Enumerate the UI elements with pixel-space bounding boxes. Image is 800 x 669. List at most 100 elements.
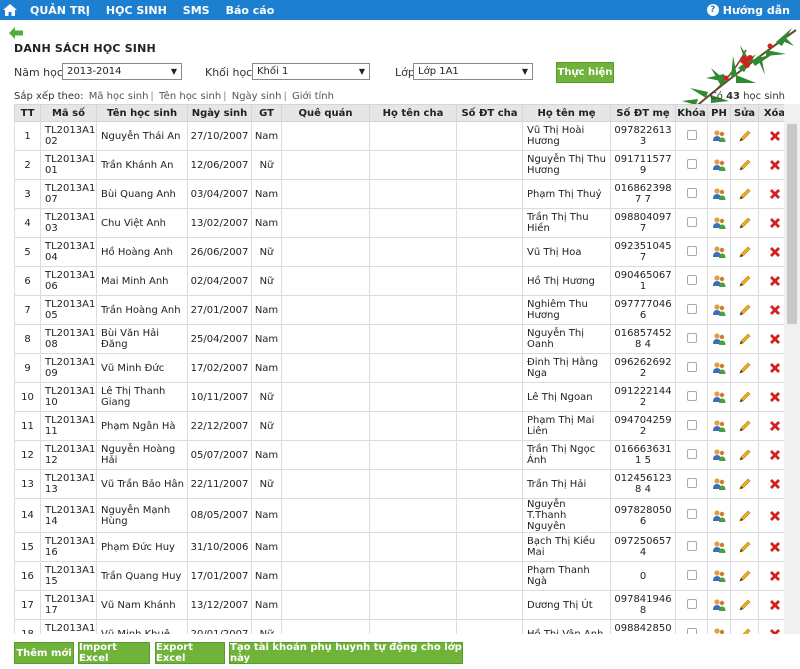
edit-pencil-icon[interactable] (738, 158, 752, 172)
edit-pencil-icon[interactable] (738, 598, 752, 612)
table-row[interactable]: 6 TL2013A1 06 Mai Minh Anh 02/04/2007 Nữ Hồ T… (14, 266, 784, 296)
parent-accounts-icon[interactable] (712, 448, 726, 462)
delete-x-icon[interactable] (768, 158, 782, 172)
parent-accounts-icon[interactable] (712, 419, 726, 433)
edit-pencil-icon[interactable] (738, 303, 752, 317)
table-row[interactable]: 16 TL2013A1 15 Trần Quang Huy 17/01/2007 Nam… (14, 561, 784, 591)
parent-accounts-icon[interactable] (712, 509, 726, 523)
edit-pencil-icon[interactable] (738, 187, 752, 201)
parent-accounts-icon[interactable] (712, 245, 726, 259)
delete-x-icon[interactable] (768, 509, 782, 523)
delete-x-icon[interactable] (768, 187, 782, 201)
parent-accounts-icon[interactable] (712, 129, 726, 143)
edit-pencil-icon[interactable] (738, 361, 752, 375)
submit-filter-button[interactable]: Thực hiện (556, 62, 614, 83)
class-select[interactable]: Lớp 1A1 ▼ (413, 63, 533, 80)
sort-by-code-link[interactable]: Mã học sinh (89, 91, 149, 102)
edit-pencil-icon[interactable] (738, 332, 752, 346)
delete-x-icon[interactable] (768, 419, 782, 433)
parent-accounts-icon[interactable] (712, 477, 726, 491)
lock-checkbox[interactable] (686, 477, 697, 488)
menu-item-reports[interactable]: Báo cáo (218, 4, 283, 17)
table-row[interactable]: 10 TL2013A1 10 Lê Thị Thanh Giang 10/11/200… (14, 382, 784, 412)
table-row[interactable]: 8 TL2013A1 08 Bùi Văn Hải Đăng 25/04/2007 Na… (14, 324, 784, 354)
export-excel-button[interactable]: Export Excel (155, 642, 225, 664)
parent-accounts-icon[interactable] (712, 332, 726, 346)
table-row[interactable]: 15 TL2013A1 16 Phạm Đức Huy 31/10/2006 Nam Bạ… (14, 532, 784, 562)
table-row[interactable]: 17 TL2013A1 17 Vũ Nam Khánh 13/12/2007 Nam Dư… (14, 590, 784, 620)
parent-accounts-icon[interactable] (712, 216, 726, 230)
lock-checkbox[interactable] (686, 361, 697, 372)
lock-checkbox[interactable] (686, 598, 697, 609)
table-row[interactable]: 5 TL2013A1 04 Hồ Hoàng Anh 26/06/2007 Nữ Vũ T… (14, 237, 784, 267)
lock-checkbox[interactable] (686, 245, 697, 256)
import-excel-button[interactable]: Import Excel (78, 642, 150, 664)
sort-by-dob-link[interactable]: Ngày sinh (232, 91, 282, 102)
table-row[interactable]: 2 TL2013A1 01 Trần Khánh An 12/06/2007 Nữ Ngu… (14, 150, 784, 180)
parent-accounts-icon[interactable] (712, 303, 726, 317)
sort-by-gender-link[interactable]: Giới tính (292, 91, 334, 102)
table-row[interactable]: 12 TL2013A1 12 Nguyễn Hoàng Hải 05/07/2007 N… (14, 440, 784, 470)
delete-x-icon[interactable] (768, 129, 782, 143)
edit-pencil-icon[interactable] (738, 448, 752, 462)
delete-x-icon[interactable] (768, 598, 782, 612)
menu-item-sms[interactable]: SMS (175, 4, 218, 17)
edit-pencil-icon[interactable] (738, 419, 752, 433)
table-scrollbar[interactable] (784, 104, 800, 634)
school-year-select[interactable]: 2013-2014 ▼ (62, 63, 182, 80)
lock-checkbox[interactable] (686, 448, 697, 459)
parent-accounts-icon[interactable] (712, 569, 726, 583)
menu-item-admin[interactable]: QUẢN TRỊ (20, 4, 98, 17)
edit-pencil-icon[interactable] (738, 627, 752, 634)
edit-pencil-icon[interactable] (738, 569, 752, 583)
table-row[interactable]: 13 TL2013A1 13 Vũ Trần Bảo Hân 22/11/2007 Nữ… (14, 469, 784, 499)
delete-x-icon[interactable] (768, 627, 782, 634)
add-new-button[interactable]: Thêm mới (14, 642, 74, 664)
edit-pencil-icon[interactable] (738, 129, 752, 143)
delete-x-icon[interactable] (768, 448, 782, 462)
parent-accounts-icon[interactable] (712, 540, 726, 554)
delete-x-icon[interactable] (768, 390, 782, 404)
lock-checkbox[interactable] (686, 303, 697, 314)
edit-pencil-icon[interactable] (738, 477, 752, 491)
delete-x-icon[interactable] (768, 569, 782, 583)
lock-checkbox[interactable] (686, 332, 697, 343)
table-row[interactable]: 3 TL2013A1 07 Bùi Quang Anh 03/04/2007 Nam Ph… (14, 179, 784, 209)
sort-by-name-link[interactable]: Tên học sinh (159, 91, 221, 102)
table-row[interactable]: 1 TL2013A1 02 Nguyễn Thái An 27/10/2007 Nam V… (14, 121, 784, 151)
table-row[interactable]: 9 TL2013A1 09 Vũ Minh Đức 17/02/2007 Nam Đinh… (14, 353, 784, 383)
parent-accounts-icon[interactable] (712, 390, 726, 404)
lock-checkbox[interactable] (686, 540, 697, 551)
lock-checkbox[interactable] (686, 216, 697, 227)
scrollbar-thumb[interactable] (787, 124, 797, 324)
table-row[interactable]: 7 TL2013A1 05 Trần Hoàng Anh 27/01/2007 Nam N… (14, 295, 784, 325)
lock-checkbox[interactable] (686, 274, 697, 285)
lock-checkbox[interactable] (686, 187, 697, 198)
parent-accounts-icon[interactable] (712, 158, 726, 172)
lock-checkbox[interactable] (686, 158, 697, 169)
delete-x-icon[interactable] (768, 540, 782, 554)
table-row[interactable]: 14 TL2013A1 14 Nguyễn Mạnh Hùng 08/05/2007 N… (14, 498, 784, 533)
parent-accounts-icon[interactable] (712, 361, 726, 375)
edit-pencil-icon[interactable] (738, 216, 752, 230)
lock-checkbox[interactable] (686, 569, 697, 580)
delete-x-icon[interactable] (768, 361, 782, 375)
edit-pencil-icon[interactable] (738, 509, 752, 523)
delete-x-icon[interactable] (768, 274, 782, 288)
delete-x-icon[interactable] (768, 477, 782, 491)
delete-x-icon[interactable] (768, 332, 782, 346)
delete-x-icon[interactable] (768, 216, 782, 230)
parent-accounts-icon[interactable] (712, 274, 726, 288)
create-parent-accounts-button[interactable]: Tạo tài khoản phụ huynh tự động cho lớp … (229, 642, 463, 664)
edit-pencil-icon[interactable] (738, 274, 752, 288)
parent-accounts-icon[interactable] (712, 187, 726, 201)
edit-pencil-icon[interactable] (738, 390, 752, 404)
lock-checkbox[interactable] (686, 509, 697, 519)
lock-checkbox[interactable] (686, 390, 697, 401)
delete-x-icon[interactable] (768, 303, 782, 317)
menu-item-students[interactable]: HỌC SINH (98, 4, 175, 17)
table-row[interactable]: 18TL2013A1 18Vũ Minh Khuê20/01/2007Nữ Hồ … (14, 619, 784, 634)
edit-pencil-icon[interactable] (738, 540, 752, 554)
lock-checkbox[interactable] (686, 419, 697, 430)
back-arrow-icon[interactable] (9, 27, 23, 39)
